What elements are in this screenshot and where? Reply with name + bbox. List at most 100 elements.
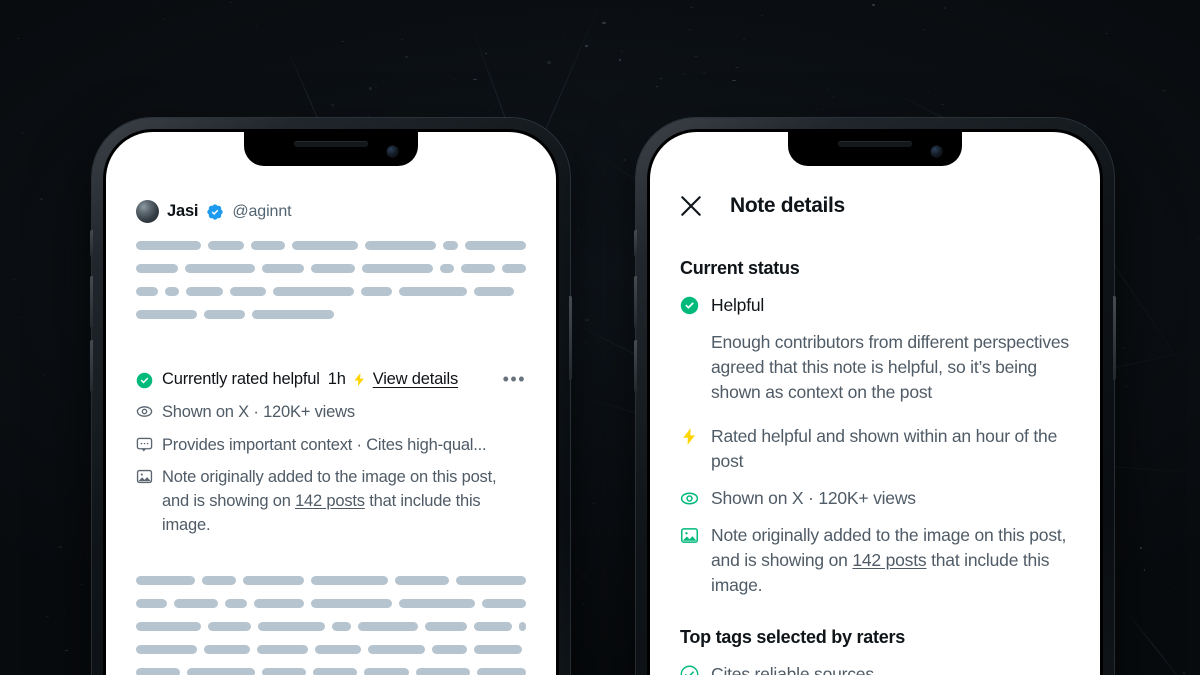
surface-speck xyxy=(1117,663,1119,665)
surface-speck xyxy=(583,574,586,577)
volume-down-button[interactable] xyxy=(634,340,637,392)
display-name: Jasi xyxy=(167,202,199,220)
surface-speck xyxy=(585,318,589,321)
surface-speck xyxy=(476,102,478,104)
earpiece-speaker xyxy=(294,141,368,147)
surface-speck xyxy=(311,68,313,70)
surface-speck xyxy=(1197,236,1200,239)
silent-switch[interactable] xyxy=(90,230,93,257)
skeleton-row xyxy=(136,667,526,675)
post-text-placeholder-top xyxy=(136,241,526,333)
volume-up-button[interactable] xyxy=(634,276,637,328)
surface-speck xyxy=(649,135,651,137)
surface-speck xyxy=(927,91,930,93)
surface-speck xyxy=(340,40,345,42)
surface-speck xyxy=(833,95,835,98)
surface-speck xyxy=(577,157,580,159)
post-header: Jasi @aginnt xyxy=(136,200,526,223)
eye-icon xyxy=(680,492,699,505)
surface-speck xyxy=(1125,385,1128,387)
note-views-text: Shown on X · 120K+ views xyxy=(162,400,526,424)
phone-bezel: Jasi @aginnt Currently rated helpful 1h … xyxy=(103,129,559,675)
surface-speck xyxy=(40,198,43,201)
check-circle-icon xyxy=(136,372,153,389)
status-origin-text: Note originally added to the image on th… xyxy=(711,523,1070,598)
silent-switch[interactable] xyxy=(634,230,637,257)
status-rated-fast-label: Rated helpful and shown within an hour o… xyxy=(711,426,1058,472)
origin-posts-link[interactable]: 142 posts xyxy=(295,492,365,510)
surface-speck xyxy=(255,25,257,26)
note-details-panel: Note details Current status Helpful Enou… xyxy=(650,132,1100,675)
surface-speck xyxy=(374,86,377,88)
surface-speck xyxy=(732,80,737,81)
front-camera-icon xyxy=(931,146,942,157)
surface-speck xyxy=(1173,587,1175,589)
skeleton-row xyxy=(136,264,526,273)
skeleton-row xyxy=(136,287,526,296)
status-helpful-label: Helpful xyxy=(711,295,765,315)
surface-speck xyxy=(452,78,457,80)
surface-speck xyxy=(157,1,159,4)
surface-speck xyxy=(330,104,334,107)
surface-speck xyxy=(760,15,764,17)
skeleton-row xyxy=(136,598,526,608)
power-button[interactable] xyxy=(1113,296,1116,380)
surface-speck xyxy=(62,607,66,610)
surface-scratch xyxy=(1122,605,1200,675)
surface-speck xyxy=(742,38,745,40)
speech-bubble-icon xyxy=(136,437,153,452)
skeleton-row xyxy=(136,241,526,250)
note-overflow-menu-button[interactable]: ••• xyxy=(489,370,526,388)
surface-speck xyxy=(1140,547,1142,550)
surface-speck xyxy=(630,515,635,518)
volume-up-button[interactable] xyxy=(90,276,93,328)
surface-speck xyxy=(584,341,588,343)
page-title: Note details xyxy=(730,194,845,217)
volume-down-button[interactable] xyxy=(90,340,93,392)
surface-speck xyxy=(827,87,829,90)
status-item-helpful: Helpful xyxy=(680,293,1070,318)
surface-speck xyxy=(35,561,37,563)
check-circle-icon xyxy=(680,296,699,315)
surface-speck xyxy=(592,503,595,505)
skeleton-row xyxy=(136,575,526,585)
note-views-row: Shown on X · 120K+ views xyxy=(136,400,526,424)
surface-speck xyxy=(694,56,698,58)
screen-left: Jasi @aginnt Currently rated helpful 1h … xyxy=(106,132,556,675)
surface-speck xyxy=(763,104,765,106)
surface-speck xyxy=(943,6,947,9)
note-status-text: Currently rated helpful 1h View details xyxy=(162,367,480,391)
surface-speck xyxy=(599,347,602,349)
surface-speck xyxy=(563,33,564,35)
surface-speck xyxy=(1160,213,1163,215)
status-item-views: Shown on X · 120K+ views xyxy=(680,486,1070,511)
origin-posts-link[interactable]: 142 posts xyxy=(852,550,926,570)
surface-speck xyxy=(484,52,488,54)
post-text-placeholder-bottom xyxy=(106,575,556,675)
surface-speck xyxy=(229,2,232,3)
phone-mockup-left: Jasi @aginnt Currently rated helpful 1h … xyxy=(90,118,572,675)
power-button[interactable] xyxy=(569,296,572,380)
surface-speck xyxy=(534,67,538,69)
surface-speck xyxy=(58,101,61,103)
screen-right: Note details Current status Helpful Enou… xyxy=(650,132,1100,675)
surface-speck xyxy=(368,87,373,90)
surface-speck xyxy=(967,74,970,76)
skeleton-row xyxy=(136,621,526,631)
lightning-icon xyxy=(683,428,696,446)
surface-speck xyxy=(815,108,818,110)
surface-speck xyxy=(39,98,42,100)
view-details-link[interactable]: View details xyxy=(373,367,459,391)
shown-on-label: Shown on X xyxy=(162,403,249,422)
surface-speck xyxy=(924,28,926,30)
close-icon[interactable] xyxy=(680,195,702,217)
note-tags-text: Provides important context · Cites high-… xyxy=(162,435,487,454)
image-icon xyxy=(136,469,153,483)
status-item-rated-fast: Rated helpful and shown within an hour o… xyxy=(680,424,1070,474)
surface-speck xyxy=(401,38,404,41)
note-tags-row: Provides important context · Cites high-… xyxy=(136,433,526,457)
surface-speck xyxy=(734,66,739,68)
surface-speck xyxy=(1162,89,1166,91)
avatar[interactable] xyxy=(136,200,159,223)
surface-speck xyxy=(368,114,371,117)
